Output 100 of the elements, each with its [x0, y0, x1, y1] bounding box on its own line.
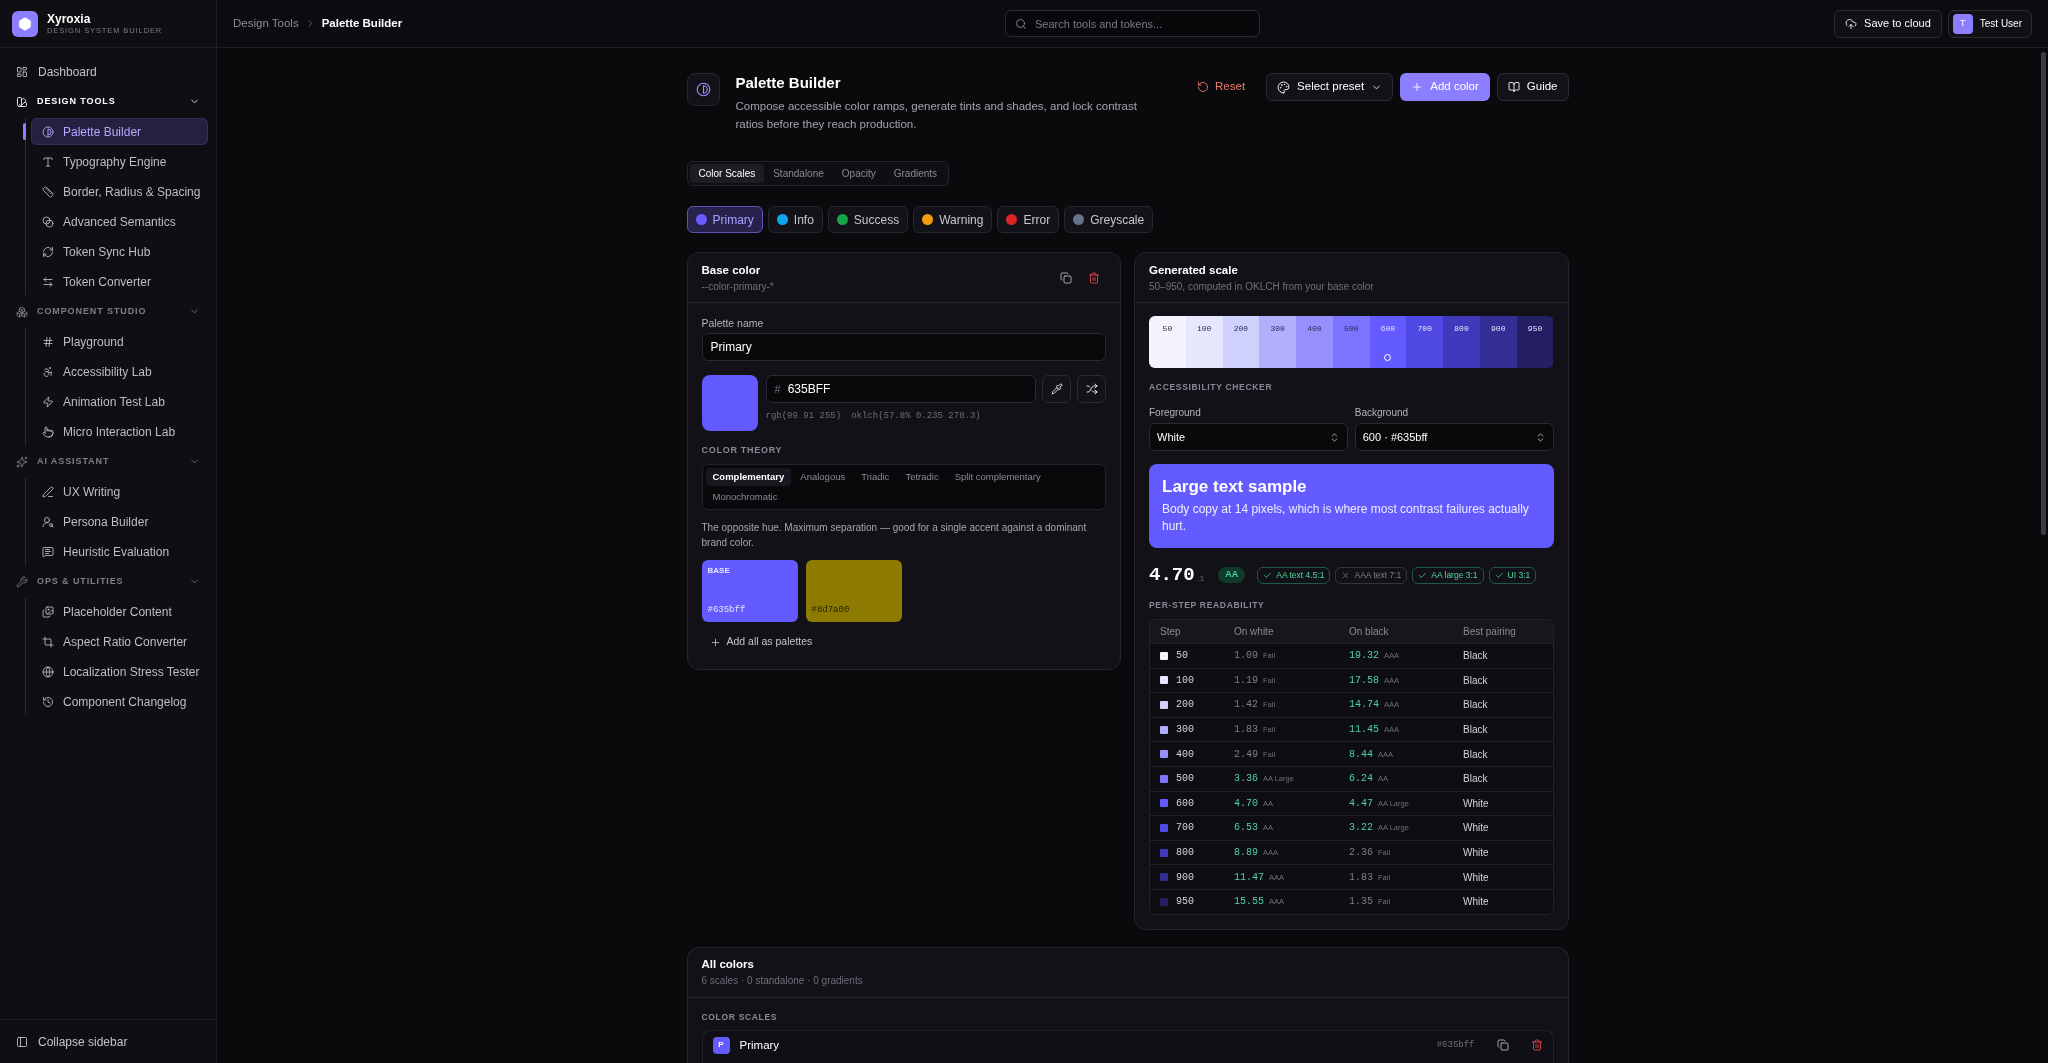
collapse-sidebar-button[interactable]: Collapse sidebar	[8, 1027, 208, 1056]
scale-swatch[interactable]: 600	[1369, 316, 1407, 368]
grade-badge: AA	[1218, 567, 1246, 583]
tab[interactable]: Opacity	[832, 164, 885, 183]
scale-swatch[interactable]: 500	[1332, 316, 1370, 368]
palette-hex: #635bff	[1436, 1038, 1475, 1052]
palette-chip[interactable]: Warning	[913, 206, 993, 233]
section-label: ACCESSIBILITY CHECKER	[1149, 382, 1274, 393]
background-select[interactable]: 600 · #635bff	[1354, 423, 1554, 451]
palette-chip[interactable]: Info	[767, 206, 823, 233]
reset-button[interactable]: Reset	[1193, 73, 1250, 101]
sidebar-section-header[interactable]: COMPONENT STUDIO	[8, 298, 208, 325]
tab[interactable]: Gradients	[884, 164, 947, 183]
user-menu-button[interactable]: T Test User	[1947, 9, 2032, 38]
page-title: Palette Builder	[735, 73, 842, 93]
hex-input[interactable]: # 635BFF	[765, 375, 1036, 403]
step-value: 600	[1176, 796, 1194, 811]
palette-chip[interactable]: Greyscale	[1064, 206, 1154, 233]
sidebar-item[interactable]: Heuristic Evaluation	[31, 538, 208, 565]
foreground-select[interactable]: White	[1149, 423, 1348, 451]
sidebar-item[interactable]: Border, Radius & Spacing	[31, 178, 208, 205]
sidebar-section-header[interactable]: DESIGN TOOLS	[8, 88, 208, 115]
scale-swatch[interactable]: 950	[1516, 316, 1554, 368]
add-all-button[interactable]: Add all as palettes	[701, 633, 821, 651]
guide-button[interactable]: Guide	[1496, 73, 1569, 101]
history-icon	[42, 695, 54, 708]
lightning-icon	[42, 395, 54, 408]
theory-tab[interactable]: Complementary	[705, 468, 792, 486]
scale-swatch[interactable]: 50	[1149, 316, 1186, 368]
sidebar-item[interactable]: Advanced Semantics	[31, 208, 208, 235]
tab[interactable]: Standalone	[764, 164, 833, 183]
copy-icon[interactable]	[1496, 1038, 1509, 1051]
eyedropper-button[interactable]	[1042, 375, 1071, 403]
sidebar-item[interactable]: Localization Stress Tester	[31, 658, 208, 685]
theory-tab[interactable]: Analogous	[793, 468, 853, 486]
sidebar-item[interactable]: UX Writing	[31, 478, 208, 505]
sidebar-item[interactable]: Aspect Ratio Converter	[31, 628, 208, 655]
save-to-cloud-button[interactable]: Save to cloud	[1834, 9, 1942, 38]
ratio-value: 15.55	[1234, 895, 1264, 910]
sidebar-item[interactable]: Animation Test Lab	[31, 388, 208, 415]
search-field[interactable]: Search tools and tokens...	[1005, 10, 1260, 37]
ratio-value: 2.49	[1234, 747, 1258, 762]
palette-chip[interactable]: Primary	[686, 206, 763, 233]
step-label: 400	[1307, 324, 1322, 334]
table-cell-text: Black	[1463, 673, 1489, 688]
step-value: 950	[1176, 895, 1194, 910]
theory-swatch[interactable]: BASE #635bff	[701, 560, 798, 622]
theory-swatch[interactable]: #8d7a00	[805, 560, 902, 622]
shuffle-button[interactable]	[1077, 375, 1106, 403]
images-icon	[42, 605, 54, 618]
logo-icon	[12, 10, 38, 37]
sidebar-item[interactable]: Playground	[31, 328, 208, 355]
sidebar-item[interactable]: Token Sync Hub	[31, 238, 208, 265]
blend-icon	[42, 215, 54, 228]
palette-name-input[interactable]: Primary	[701, 333, 1106, 361]
scale-swatch[interactable]: 800	[1443, 316, 1480, 368]
scale-swatch[interactable]: 900	[1479, 316, 1517, 368]
copy-icon	[1060, 271, 1072, 284]
sidebar-section-header[interactable]: OPS & UTILITIES	[8, 568, 208, 595]
theory-tab[interactable]: Triadic	[854, 468, 897, 486]
trash-icon[interactable]	[1530, 1038, 1543, 1051]
theory-tab[interactable]: Tetradic	[898, 468, 946, 486]
trash-icon	[1088, 271, 1100, 284]
scale-swatch[interactable]: 300	[1259, 316, 1297, 368]
sidebar-item[interactable]: Micro Interaction Lab	[31, 418, 208, 445]
sidebar-item[interactable]: Typography Engine	[31, 148, 208, 175]
ratio-value: 1.35	[1349, 895, 1373, 910]
check-label: AAA text 7:1	[1354, 570, 1402, 580]
dashboard-icon	[16, 65, 28, 78]
check-label: AA large 3:1	[1431, 570, 1478, 580]
breadcrumb-item[interactable]: Design Tools	[233, 14, 299, 33]
scale-swatch[interactable]: 700	[1406, 316, 1444, 368]
message-icon	[42, 545, 54, 558]
palette-row[interactable]: P Primary #635bff	[701, 1029, 1554, 1063]
theory-tab[interactable]: Monochromatic	[705, 488, 785, 506]
color-swatch-icon[interactable]	[701, 375, 758, 431]
ratio-value: 17.58	[1349, 673, 1379, 688]
scale-swatch[interactable]: 200	[1222, 316, 1260, 368]
sidebar-item[interactable]: Persona Builder	[31, 508, 208, 535]
type-icon	[42, 155, 54, 168]
preset-dropdown[interactable]: Select preset	[1266, 73, 1394, 101]
sidebar-item[interactable]: Accessibility Lab	[31, 358, 208, 385]
step-value: 300	[1176, 723, 1194, 738]
theory-tab[interactable]: Split complementary	[947, 468, 1048, 486]
sidebar-item[interactable]: Token Converter	[31, 268, 208, 295]
wrench-icon	[16, 575, 28, 588]
scale-swatch[interactable]: 400	[1296, 316, 1333, 368]
palette-chip[interactable]: Error	[997, 206, 1060, 233]
ratio-value: 3.36	[1234, 772, 1258, 787]
pen-icon	[42, 485, 54, 498]
sidebar-item[interactable]: Component Changelog	[31, 688, 208, 715]
plus-icon	[709, 636, 721, 648]
palette-chip[interactable]: Success	[827, 206, 909, 233]
sidebar-item[interactable]: Placeholder Content	[31, 598, 208, 625]
sidebar-section-header[interactable]: AI ASSISTANT	[8, 448, 208, 475]
column-header: Step	[1160, 625, 1182, 639]
scale-swatch[interactable]: 100	[1185, 316, 1223, 368]
sidebar-item[interactable]: Dashboard	[8, 58, 208, 85]
scrollbar-thumb[interactable]	[2040, 52, 2046, 535]
tab[interactable]: Color Scales	[689, 164, 765, 183]
